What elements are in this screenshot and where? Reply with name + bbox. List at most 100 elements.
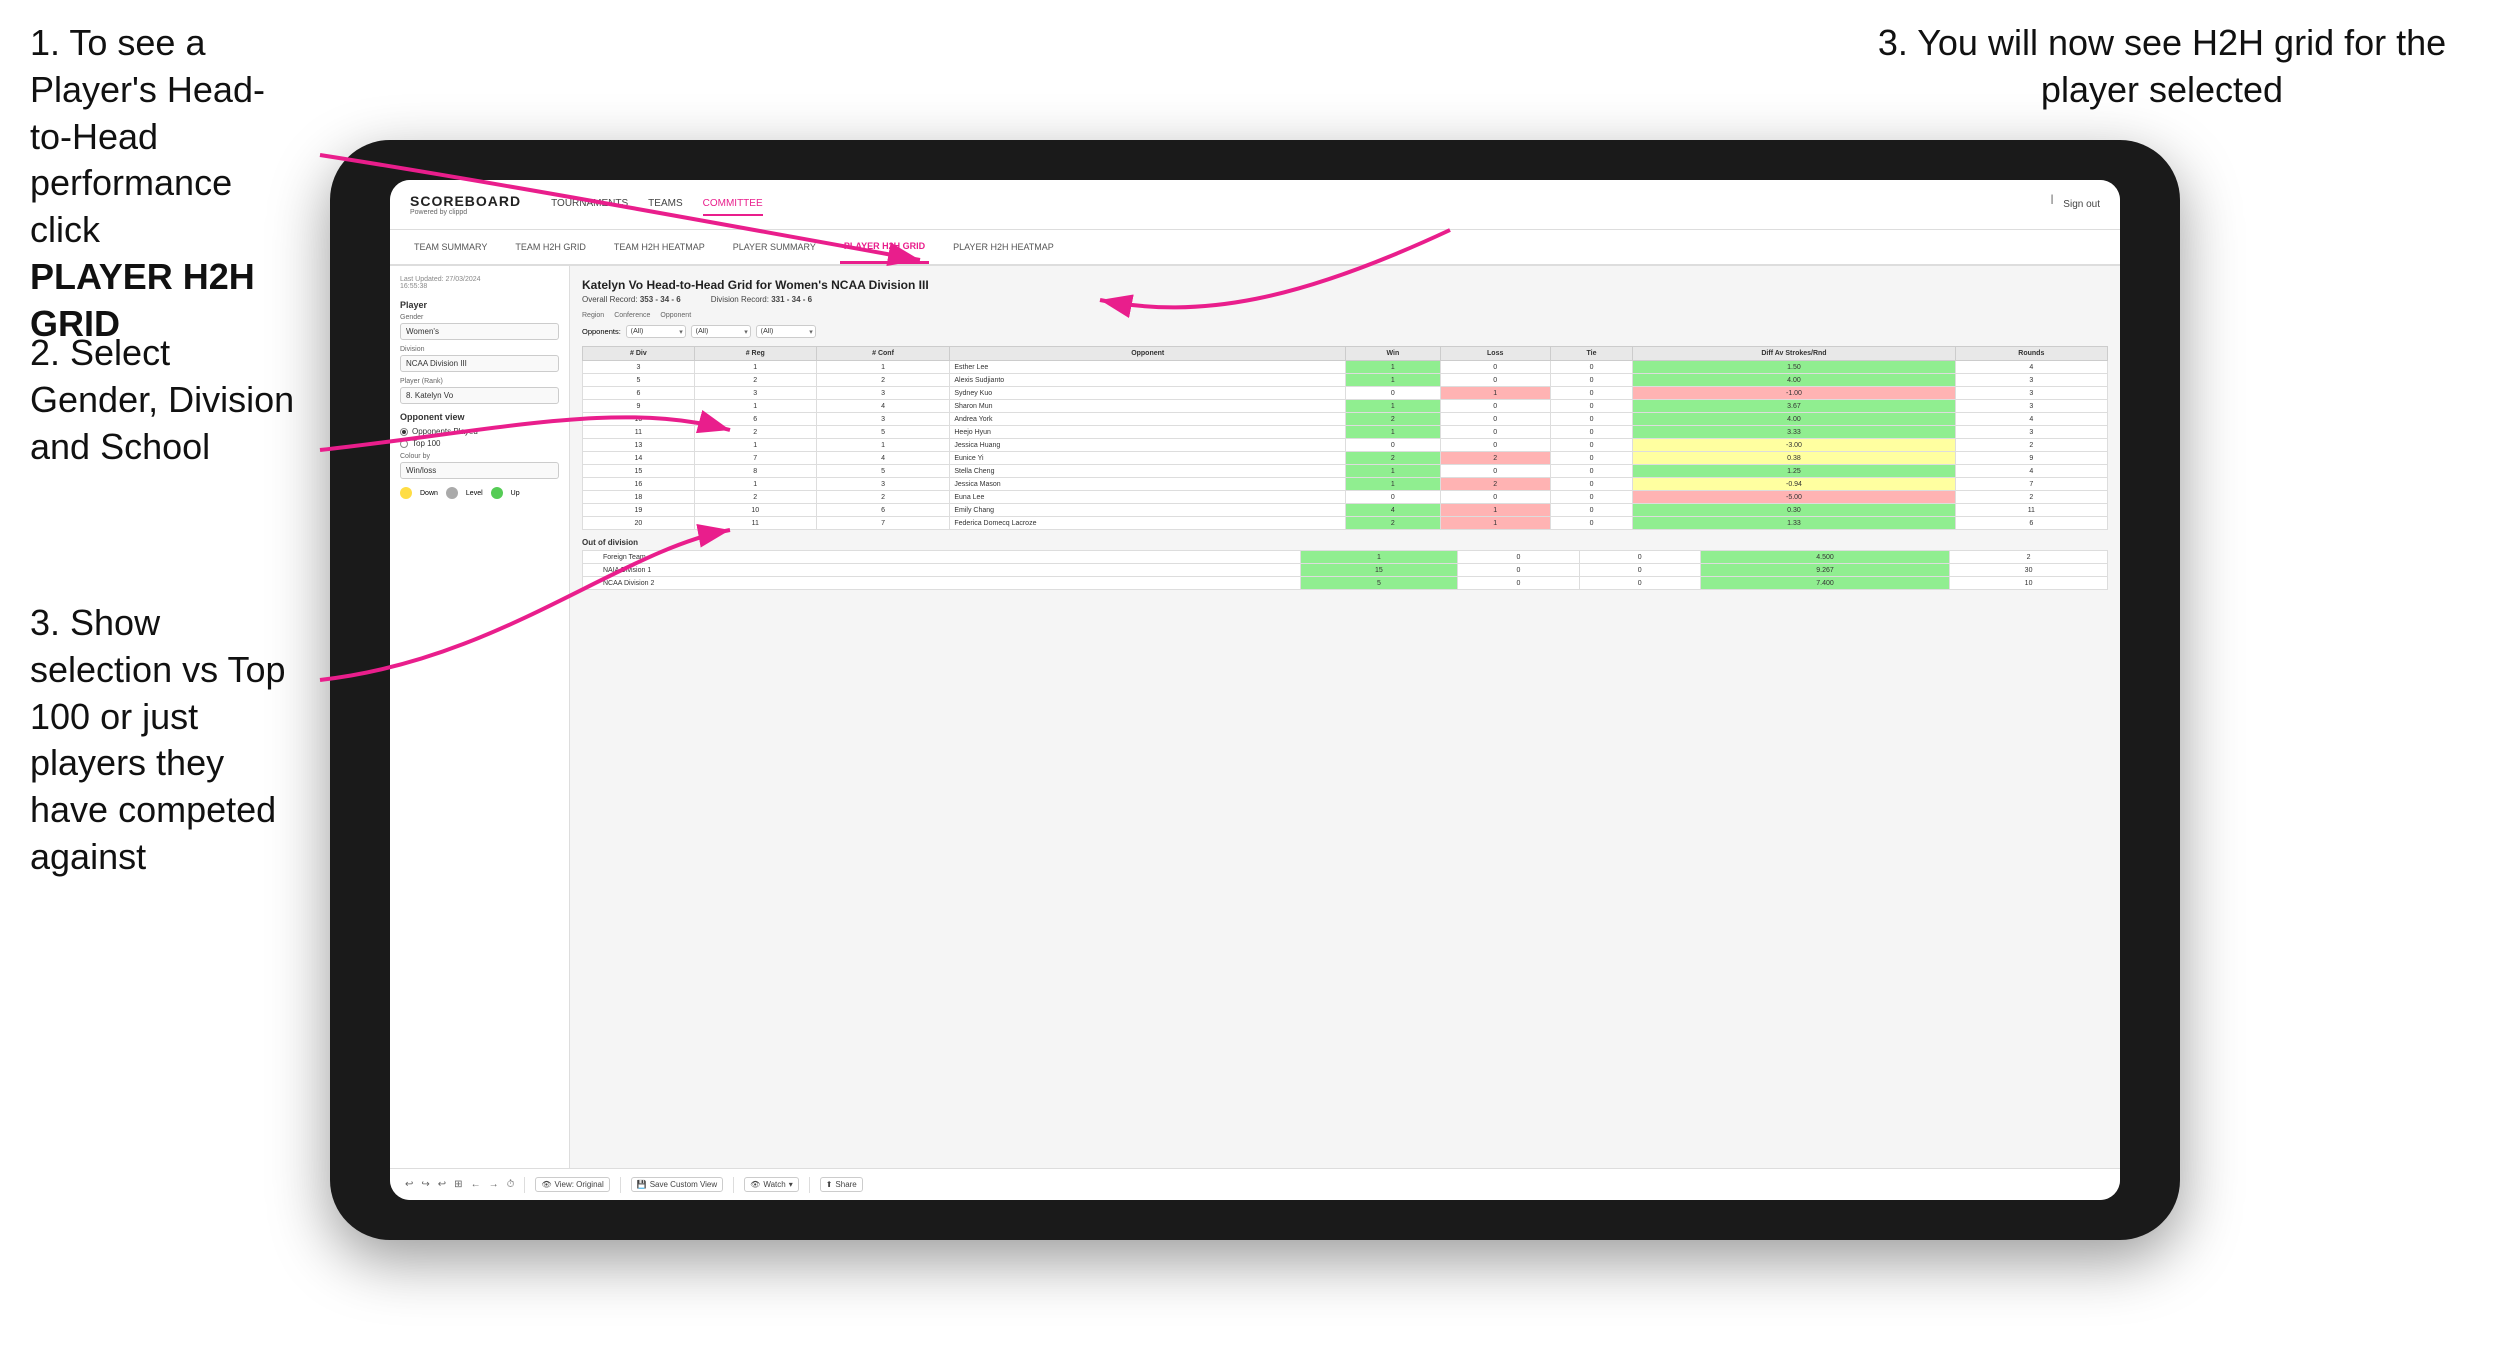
h2h-table: # Div # Reg # Conf Opponent Win Loss Tie… (582, 346, 2108, 530)
watch-btn[interactable]: 👁 Watch ▾ (744, 1177, 799, 1192)
main-content: Last Updated: 27/03/2024 16:55:38 Player… (390, 266, 2120, 1168)
ood-tie: 0 (1579, 564, 1700, 577)
copy-icon[interactable]: ⊞ (454, 1179, 462, 1190)
ood-tie: 0 (1579, 577, 1700, 590)
cell-opponent: Sharon Mun (950, 400, 1346, 413)
cell-reg: 7 (694, 452, 816, 465)
col-diff: Diff Av Strokes/Rnd (1633, 347, 1955, 361)
tab-team-h2h-heatmap[interactable]: TEAM H2H HEATMAP (610, 230, 709, 264)
player-rank-select[interactable]: 8. Katelyn Vo (400, 387, 559, 404)
cell-diff: 1.25 (1633, 465, 1955, 478)
opponents-select[interactable]: (All) (626, 325, 686, 338)
region-filter-label: Region (582, 312, 604, 319)
ood-diff: 4.500 (1700, 551, 1949, 564)
col-div: # Div (583, 347, 695, 361)
radio-opponents-played[interactable]: Opponents Played (400, 427, 559, 436)
cell-rounds: 4 (1955, 413, 2107, 426)
cell-win: 2 (1346, 517, 1441, 530)
view-original-btn[interactable]: 👁 View: Original (535, 1177, 609, 1192)
tab-team-h2h-grid[interactable]: TEAM H2H GRID (511, 230, 590, 264)
opponent-filter-select[interactable]: (All) (756, 325, 816, 338)
ood-loss: 0 (1458, 577, 1579, 590)
cell-reg: 2 (694, 374, 816, 387)
colour-select[interactable]: Win/loss (400, 462, 559, 479)
cell-diff: 4.00 (1633, 374, 1955, 387)
radio-top100-dot (400, 440, 408, 448)
arrow-left-icon[interactable]: ← (471, 1179, 481, 1190)
cell-win: 4 (1346, 504, 1441, 517)
cell-win: 1 (1346, 361, 1441, 374)
gender-select[interactable]: Women's (400, 323, 559, 340)
table-row: NCAA Division 2 5 0 0 7.400 10 (583, 577, 2108, 590)
cell-opponent: Emily Chang (950, 504, 1346, 517)
nav-signout[interactable]: Sign out (2063, 194, 2100, 215)
save-custom-view-btn[interactable]: 💾 Save Custom View (631, 1177, 723, 1192)
region-filter-group: Region (582, 312, 604, 321)
nav-committee[interactable]: COMMITTEE (703, 193, 763, 216)
cell-tie: 0 (1550, 465, 1633, 478)
step2-text: 2. Select Gender, Division and School (0, 330, 330, 470)
redo-icon[interactable]: ↪ (421, 1179, 429, 1190)
cell-opponent: Sydney Kuo (950, 387, 1346, 400)
cell-win: 1 (1346, 426, 1441, 439)
legend-down-dot (400, 487, 412, 499)
bottom-toolbar: ↩ ↪ ↩ ⊞ ← → ⏱ 👁 View: Original 💾 Save Cu… (390, 1168, 2120, 1200)
opponent-filter-label: Opponent (660, 312, 691, 319)
overall-record-label: Overall Record: 353 - 34 - 6 (582, 295, 681, 304)
col-loss: Loss (1440, 347, 1550, 361)
table-row: 16 1 3 Jessica Mason 1 2 0 -0.94 7 (583, 478, 2108, 491)
cell-loss: 0 (1440, 374, 1550, 387)
cell-tie: 0 (1550, 491, 1633, 504)
legend-level-dot (446, 487, 458, 499)
share-btn[interactable]: ⬆ Share (820, 1177, 863, 1192)
tab-player-summary[interactable]: PLAYER SUMMARY (729, 230, 820, 264)
chevron-down-icon: ▾ (789, 1180, 793, 1189)
cell-conf: 1 (816, 361, 950, 374)
col-reg: # Reg (694, 347, 816, 361)
cell-loss: 0 (1440, 491, 1550, 504)
cell-conf: 6 (816, 504, 950, 517)
eye-icon: 👁 (541, 1180, 551, 1189)
nav-bar: SCOREBOARD Powered by clippd TOURNAMENTS… (390, 180, 2120, 230)
share-icon: ⬆ (826, 1180, 833, 1189)
tab-team-summary[interactable]: TEAM SUMMARY (410, 230, 491, 264)
cell-loss: 0 (1440, 465, 1550, 478)
cell-rounds: 3 (1955, 374, 2107, 387)
colour-label: Colour by (400, 453, 559, 460)
division-select[interactable]: NCAA Division III (400, 355, 559, 372)
arrow-right-icon[interactable]: → (489, 1179, 499, 1190)
opponent-view-title: Opponent view (400, 412, 559, 422)
cell-conf: 5 (816, 426, 950, 439)
nav-tournaments[interactable]: TOURNAMENTS (551, 193, 628, 216)
ood-win: 5 (1300, 577, 1458, 590)
table-row: 13 1 1 Jessica Huang 0 0 0 -3.00 2 (583, 439, 2108, 452)
cell-diff: 3.33 (1633, 426, 1955, 439)
nav-teams[interactable]: TEAMS (648, 193, 682, 216)
logo-scoreboard: SCOREBOARD (410, 193, 521, 209)
cell-opponent: Jessica Mason (950, 478, 1346, 491)
undo-icon[interactable]: ↩ (405, 1179, 413, 1190)
table-row: Foreign Team 1 0 0 4.500 2 (583, 551, 2108, 564)
cell-rounds: 2 (1955, 439, 2107, 452)
radio-top100[interactable]: Top 100 (400, 439, 559, 448)
cell-reg: 1 (694, 361, 816, 374)
tab-player-h2h-grid[interactable]: PLAYER H2H GRID (840, 230, 929, 264)
ood-rounds: 30 (1950, 564, 2108, 577)
cell-div: 5 (583, 374, 695, 387)
cell-loss: 0 (1440, 413, 1550, 426)
cell-diff: 1.50 (1633, 361, 1955, 374)
tab-player-h2h-heatmap[interactable]: PLAYER H2H HEATMAP (949, 230, 1058, 264)
cell-tie: 0 (1550, 400, 1633, 413)
time-icon[interactable]: ⏱ (507, 1179, 515, 1190)
ood-diff: 9.267 (1700, 564, 1949, 577)
cell-tie: 0 (1550, 478, 1633, 491)
conference-filter-label: Conference (614, 312, 650, 319)
table-row: 15 8 5 Stella Cheng 1 0 0 1.25 4 (583, 465, 2108, 478)
undo2-icon[interactable]: ↩ (438, 1179, 446, 1190)
ood-rounds: 10 (1950, 577, 2108, 590)
filter-row: Region Conference Opponent (582, 312, 2108, 321)
cell-loss: 1 (1440, 387, 1550, 400)
cell-reg: 8 (694, 465, 816, 478)
cell-opponent: Federica Domecq Lacroze (950, 517, 1346, 530)
conference-select[interactable]: (All) (691, 325, 751, 338)
